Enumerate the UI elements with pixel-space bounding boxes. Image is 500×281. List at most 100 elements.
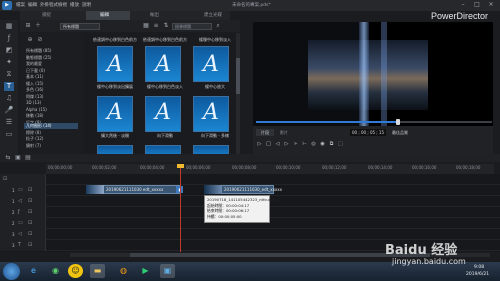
category-dropdown[interactable]: 所有標題	[60, 23, 100, 30]
tools-icon[interactable]: ▤	[24, 154, 32, 162]
chapter-room-icon[interactable]: ☰	[4, 118, 14, 127]
audio-mix-icon[interactable]: ♫	[4, 94, 14, 103]
movie-mode-button[interactable]: 影片	[276, 129, 292, 136]
fullscreen-icon[interactable]: ⬚	[337, 141, 344, 148]
category-item[interactable]: 粒子 (12)	[26, 136, 43, 142]
tab-produce[interactable]: 輸出	[150, 12, 159, 18]
expand-icon[interactable]: ⊕	[26, 36, 34, 44]
category-item[interactable]: 鏡射 (7)	[26, 143, 41, 149]
preview-scrub-handle[interactable]	[395, 119, 400, 125]
qq-icon[interactable]: ☺	[68, 264, 83, 278]
thumbnail-label: 擴大然後 - 淡開	[101, 133, 129, 138]
volume-icon[interactable]: ◉	[319, 141, 326, 148]
category-item-selected[interactable]: 几何图形 (14)	[24, 122, 78, 129]
tab-edit[interactable]: 編輯	[100, 12, 109, 18]
clip-mode-button[interactable]: 片段	[256, 129, 274, 136]
play-icon[interactable]: ▷	[256, 141, 263, 148]
split-icon[interactable]: ⊢	[301, 141, 308, 148]
title-thumbnail[interactable]: A	[97, 46, 133, 82]
category-item[interactable]: 3D (13)	[26, 100, 41, 106]
track-header: 2 ƒ ⊡	[0, 207, 46, 218]
title-room-icon[interactable]: T	[4, 82, 14, 91]
lock-icon[interactable]: ⊡	[28, 209, 32, 215]
stop-icon[interactable]: □	[265, 141, 272, 148]
ie-icon[interactable]: e	[26, 264, 41, 278]
video-track-icon: ▭	[18, 187, 23, 193]
title-thumbnail[interactable]: A	[193, 46, 229, 82]
lock-icon[interactable]: ⊡	[28, 187, 32, 193]
lock-icon[interactable]: ⊡	[28, 231, 32, 237]
powerdirector-icon[interactable]: ▣	[160, 264, 175, 278]
quality-dropdown[interactable]: 最佳品質	[392, 129, 426, 136]
category-item[interactable]: 緩入 (15)	[26, 81, 43, 87]
particle-room-icon[interactable]: ✦	[4, 58, 14, 67]
category-item[interactable]: 已下載 (0)	[26, 68, 45, 74]
snapshot-icon[interactable]: ◎	[310, 141, 317, 148]
fx-room-icon[interactable]: ƒ	[4, 34, 14, 43]
media-player-icon[interactable]: ▶	[138, 264, 153, 278]
ruler-tick: 00;00;02;00	[92, 165, 117, 170]
title-thumbnail[interactable]: A	[97, 96, 133, 132]
tab-create-disc[interactable]: 建立光碟	[204, 12, 222, 18]
baidu-watermark: Baidu 经验	[385, 243, 458, 258]
category-item[interactable]: 動態標題 (25)	[26, 55, 51, 61]
category-item[interactable]: Alpha (15)	[26, 107, 47, 113]
media-room-icon[interactable]: ▦	[4, 22, 14, 31]
title-thumbnail[interactable]: A	[193, 96, 229, 132]
minimize-icon[interactable]: –	[458, 1, 468, 9]
menu-view[interactable]: 檢視	[58, 2, 67, 8]
category-item[interactable]: 移動 (18)	[26, 113, 43, 119]
undock-icon[interactable]: ⧉	[328, 141, 335, 148]
import-icon[interactable]: ⊞	[24, 22, 32, 30]
category-item[interactable]: 閃爍 (13)	[26, 94, 43, 100]
tab-capture[interactable]: 捕捉	[42, 12, 51, 18]
library-scrollbar[interactable]	[236, 33, 240, 161]
transition-room-icon[interactable]: ⧖	[4, 70, 14, 79]
next-frame-icon[interactable]: ▷	[283, 141, 290, 148]
category-item[interactable]: 基本 (11)	[26, 74, 43, 80]
search-input[interactable]: 搜尋標題	[172, 23, 212, 30]
tooltip-duration: 持續：00:00:05:00	[207, 213, 242, 219]
menu-edit[interactable]: 編輯	[28, 2, 37, 8]
maximize-icon[interactable]: □	[472, 1, 482, 9]
prev-frame-icon[interactable]: ◁	[274, 141, 281, 148]
category-item[interactable]: 我的最愛	[26, 61, 42, 67]
pip-room-icon[interactable]: ◩	[4, 46, 14, 55]
tag-icon[interactable]: ⊘	[36, 36, 44, 44]
fx-tool-icon[interactable]: ▣	[14, 154, 22, 162]
category-item[interactable]: 多色 (16)	[26, 87, 43, 93]
playhead-handle[interactable]	[177, 164, 184, 168]
timeline-playhead[interactable]	[180, 164, 181, 252]
thumbnail-label: 向下滑動 - 多樣	[201, 133, 229, 138]
title-thumbnail[interactable]: A	[145, 46, 181, 82]
menu-play[interactable]: 播放	[70, 2, 79, 8]
subtitle-room-icon[interactable]: ▭	[4, 130, 14, 139]
ruler-tick: 00;00;06;00	[186, 165, 211, 170]
sort-icon[interactable]: ⇅	[162, 22, 170, 30]
voiceover-icon[interactable]: 🎤	[4, 106, 14, 115]
add-icon[interactable]: ＋	[34, 22, 42, 30]
browser-icon[interactable]: ◍	[116, 264, 131, 278]
arrow-up-icon[interactable]: ⇆	[4, 154, 12, 162]
lock-icon[interactable]: ⊡	[28, 242, 32, 248]
category-item[interactable]: 所有標題 (85)	[26, 48, 51, 54]
menu-file[interactable]: 檔案	[16, 2, 25, 8]
lock-icon[interactable]: ⊡	[28, 198, 32, 204]
menu-plugins[interactable]: 外掛程式	[40, 2, 58, 8]
list-view-icon[interactable]: ≡	[152, 22, 160, 30]
timecode-display[interactable]: 00 ; 00 ; 05 ; 15	[350, 129, 386, 136]
lock-icon[interactable]: ⊡	[28, 220, 32, 226]
menu-help[interactable]: 說明	[82, 2, 91, 8]
close-icon[interactable]: ×	[486, 1, 496, 9]
grid-view-icon[interactable]: ▦	[142, 22, 150, 30]
title-thumbnail[interactable]: A	[145, 96, 181, 132]
app-icon[interactable]: ◉	[48, 264, 63, 278]
fast-forward-icon[interactable]: »	[292, 141, 299, 148]
lock-icon[interactable]: ⊡	[3, 176, 7, 182]
folder-icon[interactable]: ▬	[90, 264, 105, 278]
app-logo-icon: ▶	[2, 1, 12, 10]
search-icon[interactable]: ⌕	[214, 22, 222, 30]
library-scroll-thumb[interactable]	[236, 58, 240, 94]
category-item[interactable]: 擦除 (8)	[26, 130, 41, 136]
start-button[interactable]	[3, 263, 20, 280]
